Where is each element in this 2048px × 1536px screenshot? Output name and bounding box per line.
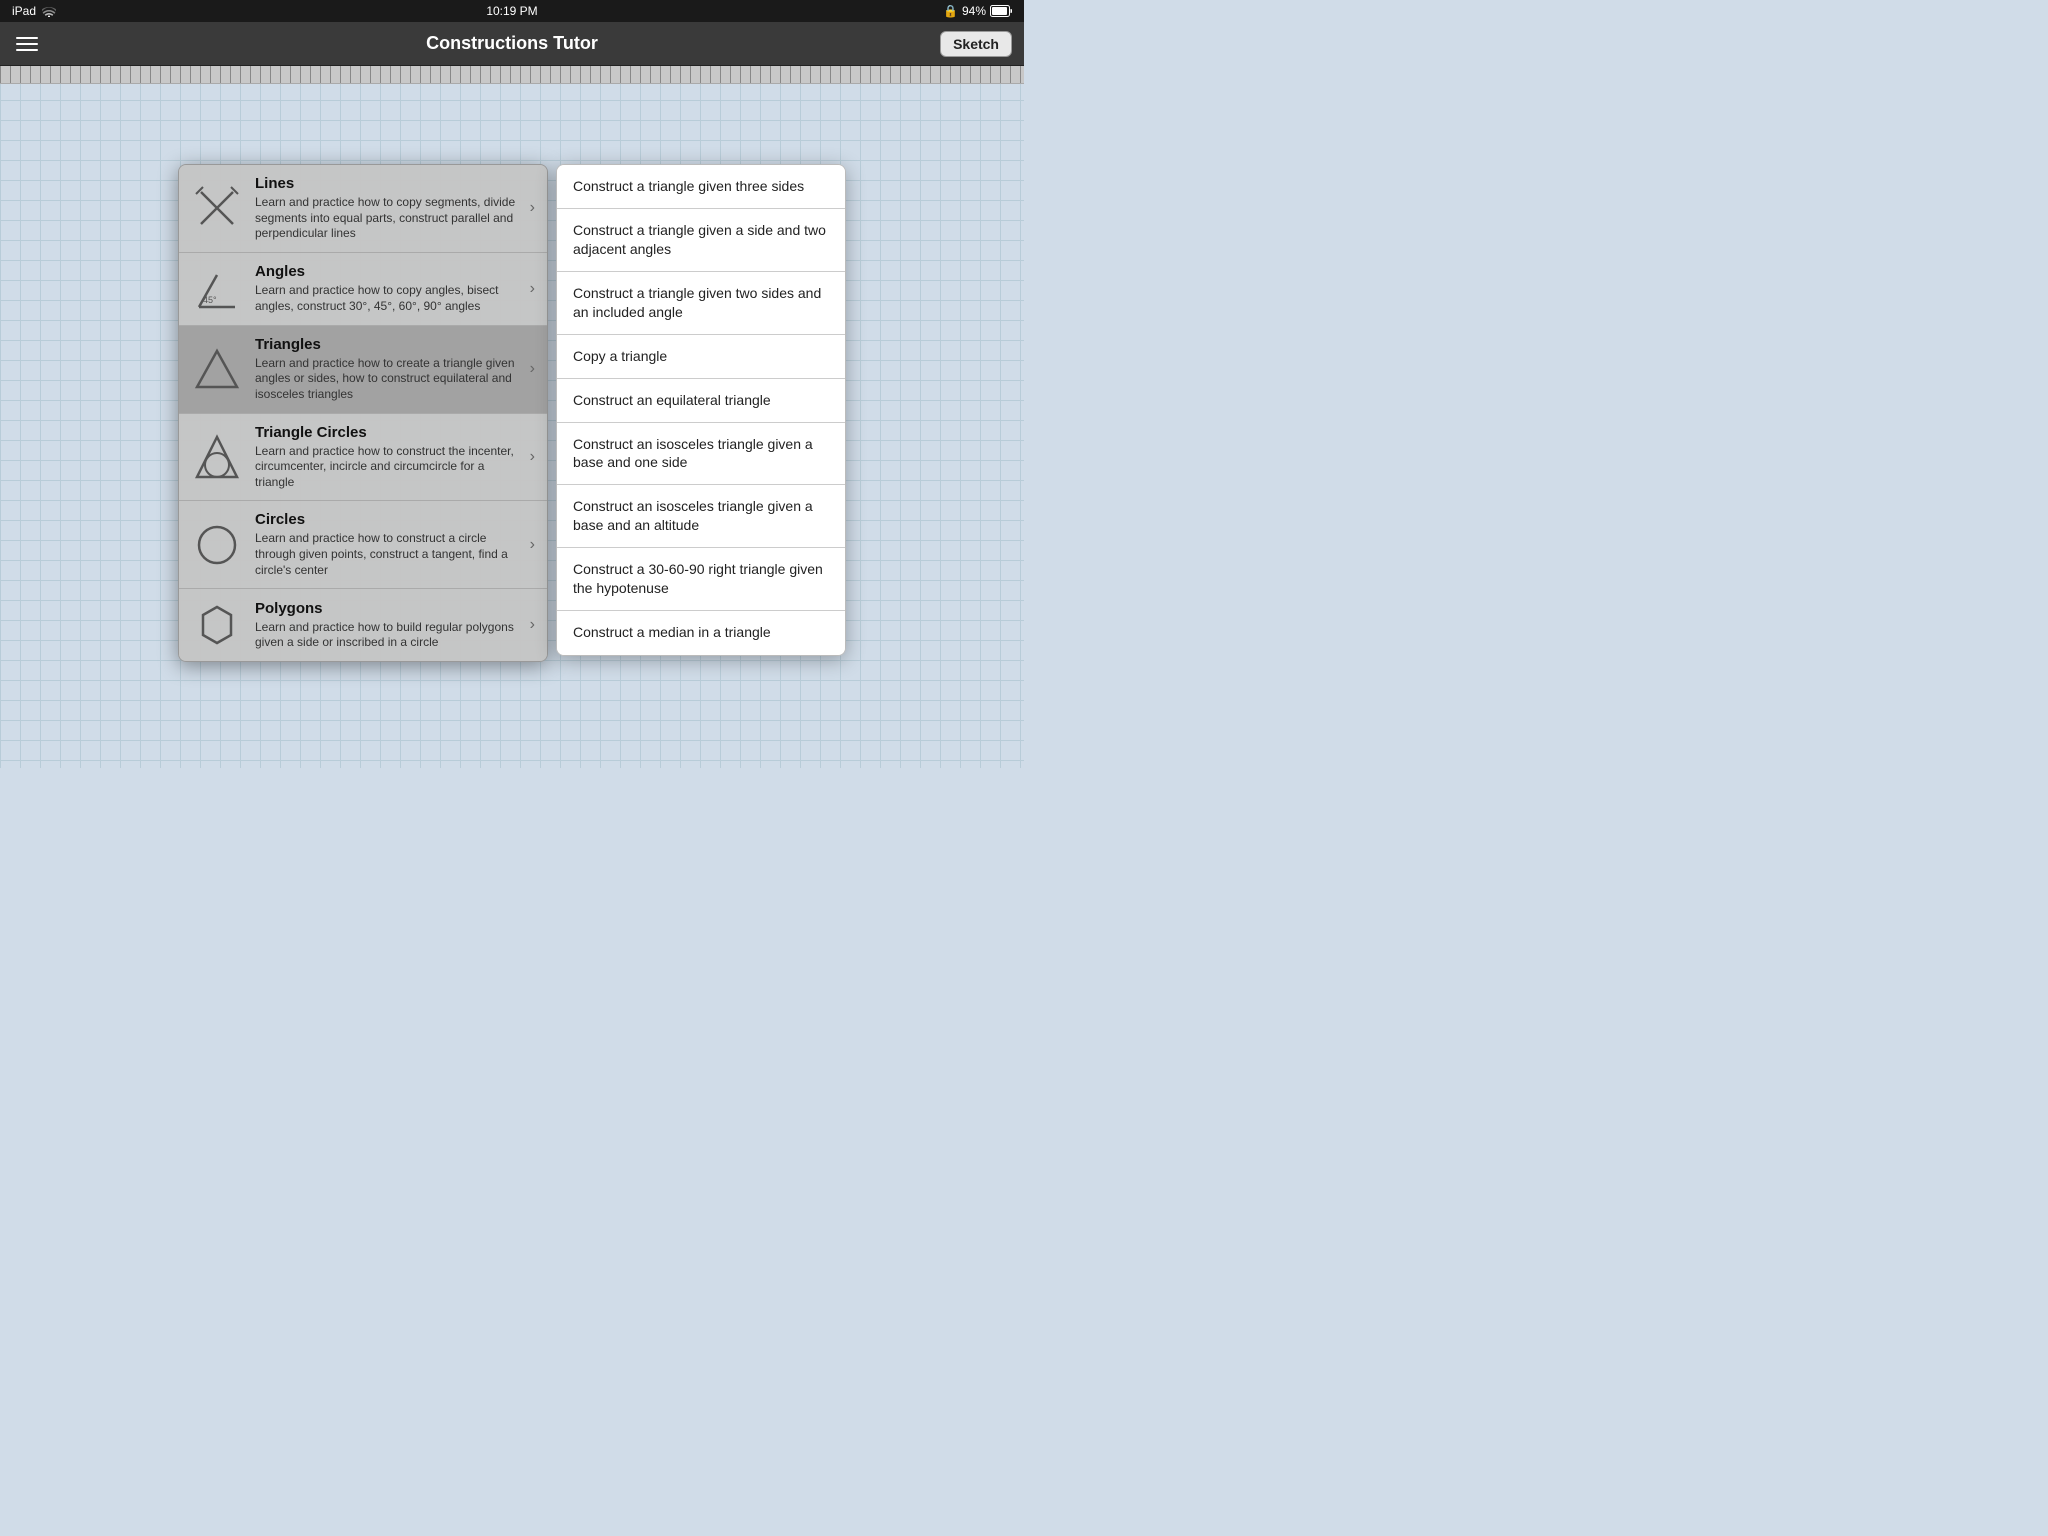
status-bar: iPad 10:19 PM 🔒 94% — [0, 0, 1024, 22]
lines-desc: Learn and practice how to copy segments,… — [255, 195, 518, 242]
polygons-icon — [191, 599, 243, 651]
menu-item-triangles[interactable]: Triangles Learn and practice how to crea… — [179, 326, 547, 414]
submenu-item-three-sides[interactable]: Construct a triangle given three sides — [557, 165, 845, 209]
battery-icon — [990, 5, 1012, 17]
status-right: 🔒 94% — [943, 4, 1012, 18]
menu-item-angles[interactable]: 45° Angles Learn and practice how to cop… — [179, 253, 547, 326]
angles-icon: 45° — [191, 263, 243, 315]
lines-icon — [191, 182, 243, 234]
submenu-item-isosceles-base-alt[interactable]: Construct an isosceles triangle given a … — [557, 485, 845, 548]
polygons-text: Polygons Learn and practice how to build… — [255, 600, 518, 651]
angles-chevron: › — [530, 280, 535, 298]
submenu-item-median[interactable]: Construct a median in a triangle — [557, 611, 845, 655]
triangles-desc: Learn and practice how to create a trian… — [255, 356, 518, 403]
lines-chevron: › — [530, 199, 535, 217]
nav-bar: Constructions Tutor Sketch — [0, 22, 1024, 66]
submenu-item-isosceles-base-side[interactable]: Construct an isosceles triangle given a … — [557, 423, 845, 486]
menu-item-polygons[interactable]: Polygons Learn and practice how to build… — [179, 589, 547, 661]
triangle-circles-title: Triangle Circles — [255, 424, 518, 441]
status-time: 10:19 PM — [486, 4, 537, 18]
lines-title: Lines — [255, 175, 518, 192]
polygons-desc: Learn and practice how to build regular … — [255, 620, 518, 651]
triangles-title: Triangles — [255, 336, 518, 353]
angles-desc: Learn and practice how to copy angles, b… — [255, 283, 518, 314]
menu-item-circles[interactable]: Circles Learn and practice how to constr… — [179, 501, 547, 589]
triangles-icon — [191, 343, 243, 395]
triangle-circles-text: Triangle Circles Learn and practice how … — [255, 424, 518, 491]
submenu-item-copy-triangle[interactable]: Copy a triangle — [557, 335, 845, 379]
menu-line-1 — [16, 37, 38, 39]
triangles-chevron: › — [530, 360, 535, 378]
ruler — [0, 66, 1024, 84]
menu-line-3 — [16, 49, 38, 51]
lines-text: Lines Learn and practice how to copy seg… — [255, 175, 518, 242]
submenu-item-equilateral[interactable]: Construct an equilateral triangle — [557, 379, 845, 423]
menu-line-2 — [16, 43, 38, 45]
triangle-circles-chevron: › — [530, 448, 535, 466]
triangle-circles-icon — [191, 431, 243, 483]
battery-percentage: 94% — [962, 4, 986, 18]
submenu-item-30-60-90[interactable]: Construct a 30-60-90 right triangle give… — [557, 548, 845, 611]
submenu-panel: Construct a triangle given three sides C… — [556, 164, 846, 656]
triangles-text: Triangles Learn and practice how to crea… — [255, 336, 518, 403]
menu-item-lines[interactable]: Lines Learn and practice how to copy seg… — [179, 165, 547, 253]
lock-icon: 🔒 — [943, 4, 958, 18]
circles-title: Circles — [255, 511, 518, 528]
status-left: iPad — [12, 4, 56, 18]
menu-button[interactable] — [12, 33, 42, 55]
svg-text:45°: 45° — [203, 295, 217, 305]
polygons-chevron: › — [530, 616, 535, 634]
circles-text: Circles Learn and practice how to constr… — [255, 511, 518, 578]
wifi-icon — [42, 6, 56, 17]
angles-text: Angles Learn and practice how to copy an… — [255, 263, 518, 314]
angles-title: Angles — [255, 263, 518, 280]
sketch-button[interactable]: Sketch — [940, 31, 1012, 57]
device-label: iPad — [12, 4, 36, 18]
circles-desc: Learn and practice how to construct a ci… — [255, 531, 518, 578]
submenu-item-two-sides-angle[interactable]: Construct a triangle given two sides and… — [557, 272, 845, 335]
polygons-title: Polygons — [255, 600, 518, 617]
circles-chevron: › — [530, 536, 535, 554]
menu-panel: Lines Learn and practice how to copy seg… — [178, 164, 548, 662]
triangle-circles-desc: Learn and practice how to construct the … — [255, 444, 518, 491]
menu-item-triangle-circles[interactable]: Triangle Circles Learn and practice how … — [179, 414, 547, 502]
main-content: Lines Learn and practice how to copy seg… — [0, 84, 1024, 662]
circles-icon — [191, 519, 243, 571]
submenu-item-side-two-angles[interactable]: Construct a triangle given a side and tw… — [557, 209, 845, 272]
nav-title: Constructions Tutor — [426, 33, 598, 54]
